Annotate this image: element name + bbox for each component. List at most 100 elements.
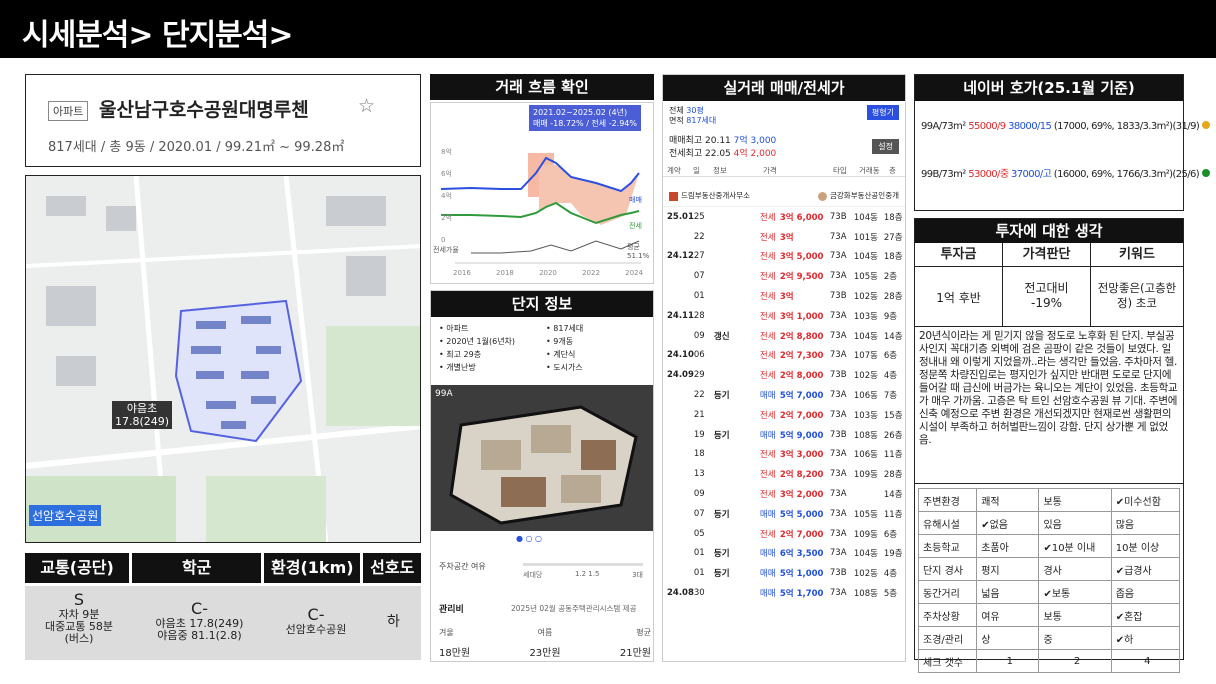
invest-values: 1억 후반 전고대비 -19% 전망좋은(고층한정) 초코 — [915, 267, 1183, 327]
deal-kind: 매매 — [759, 549, 776, 560]
floor-plan-image[interactable]: 99A — [431, 385, 653, 531]
check-option[interactable]: ✔혼잡 — [1110, 603, 1181, 627]
deal-row[interactable]: 01 전세 3억 73B 102동 28층 — [663, 286, 905, 306]
deal-row[interactable]: 07 전세 2억 9,500 73A 105동 2층 — [663, 266, 905, 286]
deal-floor: 9층 — [883, 311, 898, 322]
flow-chart[interactable]: 2021.02~2025.02 (4년) 매매 -18.72% / 전세 -2.9… — [430, 102, 654, 284]
deal-row[interactable]: 21 전세 2억 7,000 73A 103동 15층 — [663, 405, 905, 425]
check-option[interactable]: ✔없음 — [976, 511, 1040, 535]
grade-head-pref: 선호도 — [363, 553, 421, 583]
fact-item: • 도시가스 — [546, 363, 583, 372]
deals-size-button[interactable]: 평형기 — [866, 105, 899, 120]
deals-agents: 드림부동산중개사무소 금강화부동산공인중개 — [663, 185, 905, 207]
deal-info — [714, 227, 760, 247]
agent-item[interactable]: 금강화부동산공인중개 — [818, 190, 899, 201]
fee-source: 2025년 02월 공동주택관리시스템 제공 — [511, 604, 637, 613]
deal-row[interactable]: 09 갱신 전세 2억 8,800 73A 104동 14층 — [663, 326, 905, 346]
check-option[interactable]: 보통 — [1038, 603, 1112, 627]
deal-row[interactable]: 13 전세 2억 8,200 73A 109동 28층 — [663, 464, 905, 484]
check-option[interactable]: ✔하 — [1110, 626, 1181, 650]
deal-row[interactable]: 24.08 30 매매 5억 1,700 73A 108동 5층 — [663, 583, 905, 603]
deal-row[interactable]: 24.09 29 전세 2억 8,000 73B 102동 4층 — [663, 365, 905, 385]
check-option[interactable]: 쾌적 — [976, 488, 1040, 512]
deal-row[interactable]: 09 전세 3억 2,000 73A 14층 — [663, 484, 905, 504]
deal-day: 19 — [693, 429, 705, 440]
deal-dong — [854, 484, 884, 504]
max-lease-date: 22.05 — [705, 149, 731, 159]
deal-row[interactable]: 24.12 27 전세 3억 5,000 73A 104동 18층 — [663, 247, 905, 267]
deal-kind: 전세 — [759, 232, 776, 243]
check-option[interactable]: ✔급경사 — [1110, 557, 1181, 581]
deal-date — [663, 524, 694, 544]
deal-floor: 14층 — [883, 490, 903, 501]
check-option[interactable]: 1 — [976, 649, 1040, 673]
deal-day: 30 — [693, 588, 705, 599]
parking-bar — [523, 563, 643, 566]
check-option[interactable]: 상 — [976, 626, 1040, 650]
deal-row[interactable]: 05 전세 2억 7,000 73A 109동 6층 — [663, 524, 905, 544]
fee-label: 관리비 — [439, 605, 464, 615]
check-option[interactable]: 4 — [1110, 649, 1181, 673]
grade-head-transport: 교통(공단) — [25, 553, 130, 583]
deal-dong: 106동 — [853, 391, 878, 402]
check-option[interactable]: 많음 — [1110, 511, 1181, 535]
check-option[interactable]: 10분 이상 — [1110, 534, 1181, 558]
deal-info — [714, 346, 760, 366]
agent-item[interactable]: 드림부동산중개사무소 — [669, 190, 750, 201]
deal-row[interactable]: 07 등기 매매 5억 5,000 73A 105동 11층 — [663, 504, 905, 524]
check-option[interactable]: 평지 — [976, 557, 1040, 581]
school-map-label[interactable]: 야음초 17.8(249) — [112, 401, 173, 429]
deal-floor: 19층 — [883, 549, 903, 560]
check-option[interactable]: 초품아 — [976, 534, 1040, 558]
deal-kind: 전세 — [759, 490, 776, 501]
deal-row[interactable]: 01 등기 매매 5억 1,000 73B 102동 4층 — [663, 563, 905, 583]
check-option[interactable]: 경사 — [1038, 557, 1112, 581]
deal-row[interactable]: 01 등기 매매 6억 3,500 73A 104동 19층 — [663, 544, 905, 564]
deal-type: 73A — [829, 409, 847, 420]
check-option[interactable]: 있음 — [1038, 511, 1112, 535]
check-option[interactable]: 2 — [1038, 649, 1112, 673]
grade-env: C- 선암호수공원 — [266, 586, 366, 660]
check-option[interactable]: ✔미수선함 — [1110, 488, 1181, 512]
check-option[interactable]: 중 — [1038, 626, 1112, 650]
check-option[interactable]: 넓음 — [976, 580, 1040, 604]
deals-area-value: 817세대 — [686, 116, 717, 125]
check-option[interactable]: 여유 — [976, 603, 1040, 627]
deal-row[interactable]: 24.10 06 전세 2억 7,300 73A 107동 6층 — [663, 346, 905, 366]
deal-row[interactable]: 24.11 28 전세 3억 1,000 73A 103동 9층 — [663, 306, 905, 326]
agent-name: 드림부동산중개사무소 — [681, 191, 750, 200]
flow-legend-lease: 전세 — [629, 222, 642, 230]
check-option[interactable]: 보통 — [1038, 488, 1112, 512]
deal-row[interactable]: 25.01 25 전세 3억 6,000 73B 104동 18층 — [663, 207, 905, 227]
deal-day: 05 — [693, 528, 705, 539]
deal-dong: 103동 — [853, 311, 878, 322]
deal-floor: 6층 — [883, 529, 898, 540]
check-option[interactable]: 좁음 — [1110, 580, 1181, 604]
naver-detail: (17000, 69%, 1833/3.3m²)(31/9) — [1053, 121, 1200, 132]
flow-legend-gap-title: 평균 — [627, 243, 640, 251]
check-row: 주변환경 쾌적 보통 ✔미수선함 — [917, 488, 1181, 512]
deal-kind: 전세 — [759, 529, 776, 540]
deal-type: 73A — [829, 469, 847, 480]
plan-pager-dots[interactable]: ● ○ ○ — [516, 534, 542, 543]
favorite-star-icon[interactable]: ☆ — [358, 95, 375, 117]
deal-row[interactable]: 18 전세 3억 3,000 73A 106동 11층 — [663, 445, 905, 465]
deal-row[interactable]: 19 등기 매매 5억 9,000 73B 108동 26층 — [663, 425, 905, 445]
deal-floor: 14층 — [883, 331, 903, 342]
col-head: 거래동 — [859, 166, 880, 175]
check-option[interactable]: ✔보통 — [1038, 580, 1112, 604]
grade-transport-value: S — [73, 590, 85, 609]
deal-type: 73B — [829, 291, 847, 302]
check-row: 동간거리 넓음 ✔보통 좁음 — [917, 580, 1181, 604]
deal-kind: 전세 — [759, 470, 776, 481]
deal-row[interactable]: 22 전세 3억 73A 101동 27층 — [663, 227, 905, 247]
deal-date — [663, 326, 694, 346]
deal-info — [714, 464, 760, 484]
map-view[interactable]: 야음초 17.8(249) 선암호수공원 — [25, 175, 421, 543]
apt-info-card: 아파트 울산남구호수공원대명루첸 ☆ 817세대 / 총 9동 / 2020.0… — [25, 74, 421, 167]
park-map-label[interactable]: 선암호수공원 — [29, 505, 102, 526]
deals-settings-button[interactable]: 설정 — [872, 139, 899, 154]
check-option[interactable]: ✔10분 이내 — [1038, 534, 1112, 558]
deal-row[interactable]: 22 등기 매매 5억 7,000 73A 106동 7층 — [663, 385, 905, 405]
parking-tick: 3대 — [632, 571, 643, 579]
